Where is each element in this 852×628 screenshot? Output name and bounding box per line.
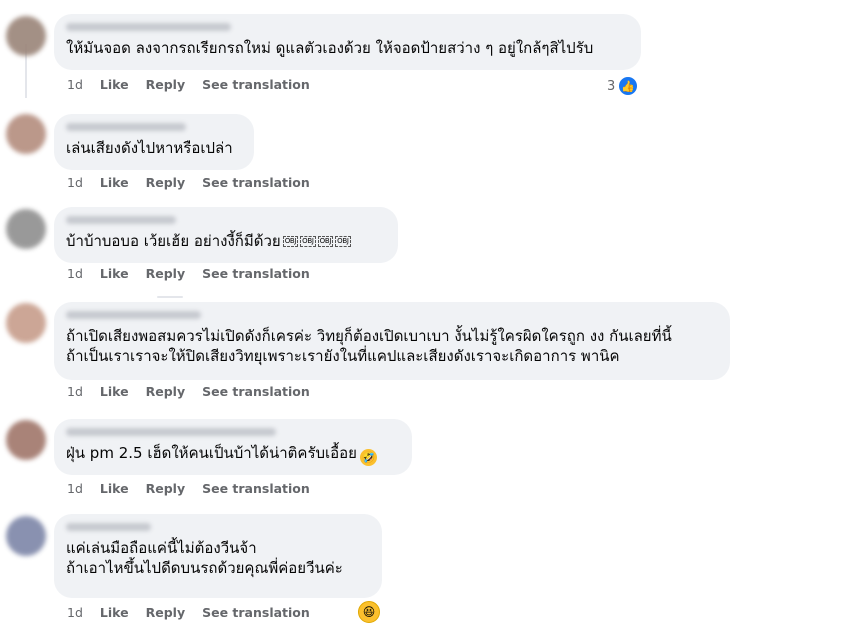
avatar[interactable] xyxy=(6,16,46,56)
commenter-name[interactable] xyxy=(66,428,276,436)
comment-bubble: เล่นเสียงดังไปหาหรือเปล่า xyxy=(54,114,254,170)
obj-placeholder: OBJ xyxy=(282,236,299,247)
comment-text-line: แค่เล่นมือถือแค่นี้ไม่ต้องวีนจ้า xyxy=(66,539,257,557)
avatar[interactable] xyxy=(6,420,46,460)
comment-time[interactable]: 1d xyxy=(67,77,83,92)
obj-placeholder: OBJ xyxy=(317,236,334,247)
comment-text-main: บ้าบ้าบอบอ เว้ยเฮ้ย อย่างงี้ก็มีด้วย xyxy=(66,232,281,250)
obj-placeholder: OBJ xyxy=(300,236,316,247)
avatar[interactable] xyxy=(6,209,46,249)
obj-placeholder: OBJ xyxy=(335,236,351,247)
comment-time[interactable]: 1d xyxy=(67,266,83,281)
reply-button[interactable]: Reply xyxy=(146,77,185,92)
reaction-count: 3 xyxy=(607,78,616,94)
like-button[interactable]: Like xyxy=(100,481,129,496)
reaction-summary[interactable]: 3 👍 xyxy=(607,76,639,96)
comment-actions: 1d Like Reply See translation xyxy=(67,175,310,190)
like-button[interactable]: Like xyxy=(100,384,129,399)
comment-time[interactable]: 1d xyxy=(67,605,83,620)
see-translation-link[interactable]: See translation xyxy=(202,384,310,399)
see-translation-link[interactable]: See translation xyxy=(202,605,310,620)
comment-actions: 1d Like Reply See translation xyxy=(67,77,310,92)
see-translation-link[interactable]: See translation xyxy=(202,175,310,190)
comment-actions: 1d Like Reply See translation xyxy=(67,605,310,620)
haha-icon[interactable]: 😆 xyxy=(358,601,380,623)
reply-button[interactable]: Reply xyxy=(146,605,185,620)
see-translation-link[interactable]: See translation xyxy=(202,481,310,496)
comment-bubble: ถ้าเปิดเสียงพอสมควรไม่เปิดดังก็เครค่ะ วิ… xyxy=(54,302,730,380)
like-icon: 👍 xyxy=(618,76,639,96)
comment-text: บ้าบ้าบอบอ เว้ยเฮ้ย อย่างงี้ก็มีด้วย OBJ O… xyxy=(66,231,386,251)
comment-actions: 1d Like Reply See translation xyxy=(67,481,310,496)
like-button[interactable]: Like xyxy=(100,175,129,190)
reply-button[interactable]: Reply xyxy=(146,384,185,399)
comment-time[interactable]: 1d xyxy=(67,481,83,496)
divider xyxy=(157,296,183,298)
comment-bubble: แค่เล่นมือถือแค่นี้ไม่ต้องวีนจ้า ถ้าเอาไ… xyxy=(54,514,382,598)
comment-time[interactable]: 1d xyxy=(67,384,83,399)
see-translation-link[interactable]: See translation xyxy=(202,266,310,281)
avatar[interactable] xyxy=(6,114,46,154)
commenter-name[interactable] xyxy=(66,23,231,31)
like-button[interactable]: Like xyxy=(100,266,129,281)
comment-bubble: ให้มันจอด ลงจากรถเรียกรถใหม่ ดูแลตัวเองด… xyxy=(54,14,641,70)
commenter-name[interactable] xyxy=(66,123,186,131)
rolling-laughing-emoji-icon: 🤣 xyxy=(359,449,377,466)
reply-button[interactable]: Reply xyxy=(146,266,185,281)
reply-button[interactable]: Reply xyxy=(146,175,185,190)
avatar[interactable] xyxy=(6,303,46,343)
comment-text: เล่นเสียงดังไปหาหรือเปล่า xyxy=(66,139,233,157)
comment-text: ฝุ่น pm 2.5 เฮ็ดให้คนเป็นบ้าได้น่าติครับ… xyxy=(66,443,400,466)
like-button[interactable]: Like xyxy=(100,77,129,92)
comment-text-line: ถ้าเอาไหขึ้นไปดีดบนรถด้วยคุณพี่ค่อยวีนค่… xyxy=(66,559,343,577)
avatar[interactable] xyxy=(6,516,46,556)
comment-bubble: ฝุ่น pm 2.5 เฮ็ดให้คนเป็นบ้าได้น่าติครับ… xyxy=(54,419,412,475)
commenter-name[interactable] xyxy=(66,311,201,319)
comment-text: ให้มันจอด ลงจากรถเรียกรถใหม่ ดูแลตัวเองด… xyxy=(66,39,594,57)
like-button[interactable]: Like xyxy=(100,605,129,620)
comment-actions: 1d Like Reply See translation xyxy=(67,266,310,281)
comment-text-line: ถ้าเปิดเสียงพอสมควรไม่เปิดดังก็เครค่ะ วิ… xyxy=(66,327,672,345)
see-translation-link[interactable]: See translation xyxy=(202,77,310,92)
commenter-name[interactable] xyxy=(66,523,151,531)
comment-text-main: ฝุ่น pm 2.5 เฮ็ดให้คนเป็นบ้าได้น่าติครับ… xyxy=(66,444,357,462)
comment-text-line: ถ้าเป็นเราเราจะให้ปิดเสียงวิทยุเพราะเราย… xyxy=(66,347,620,365)
commenter-name[interactable] xyxy=(66,216,176,224)
reply-button[interactable]: Reply xyxy=(146,481,185,496)
comment-time[interactable]: 1d xyxy=(67,175,83,190)
comment-actions: 1d Like Reply See translation xyxy=(67,384,310,399)
comment-bubble: บ้าบ้าบอบอ เว้ยเฮ้ย อย่างงี้ก็มีด้วย OBJ O… xyxy=(54,207,398,263)
